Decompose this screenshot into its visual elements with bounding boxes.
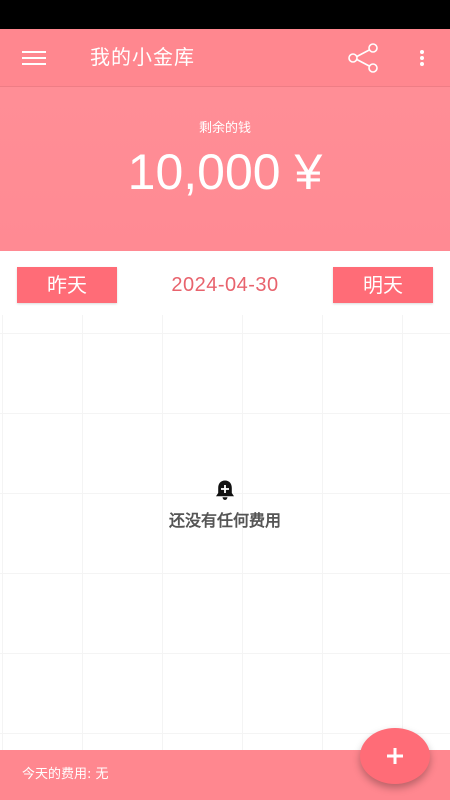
status-bar <box>0 0 450 29</box>
empty-state: 还没有任何费用 <box>0 478 450 531</box>
balance-label: 剩余的钱 <box>198 121 251 136</box>
today-expense-label: 今天的费用: 无 <box>22 767 109 782</box>
balance-panel: 剩余的钱 10,000 ¥ <box>0 87 450 251</box>
more-vert-icon[interactable] <box>412 45 432 71</box>
next-day-button[interactable]: 明天 <box>333 267 433 303</box>
app-bar: 我的小金库 <box>0 29 450 87</box>
empty-message: 还没有任何费用 <box>168 511 281 530</box>
balance-amount: 10,000 ¥ <box>127 144 323 200</box>
menu-icon[interactable] <box>22 49 48 67</box>
add-expense-button[interactable] <box>360 728 430 784</box>
expense-list-area: 还没有任何费用 <box>0 315 450 750</box>
share-icon[interactable] <box>346 43 380 73</box>
bell-plus-icon <box>213 478 237 502</box>
app-title: 我的小金库 <box>90 45 195 69</box>
plus-icon <box>387 748 403 764</box>
prev-day-button[interactable]: 昨天 <box>17 267 117 303</box>
current-date: 2024-04-30 <box>171 274 279 296</box>
